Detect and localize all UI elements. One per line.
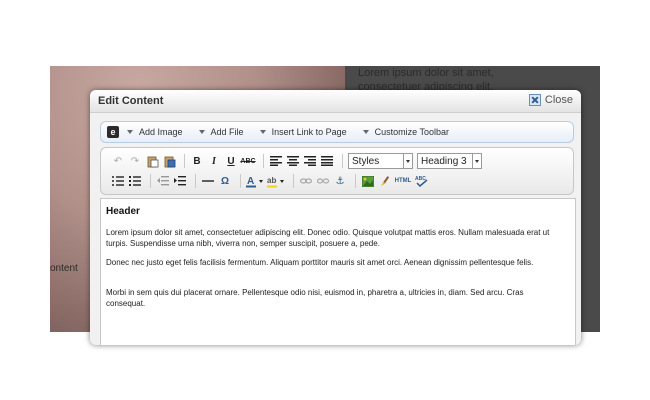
spellcheck-icon[interactable]: ABC [414, 174, 428, 188]
numbered-list-icon[interactable] [128, 174, 142, 188]
unlink-icon[interactable] [316, 174, 330, 188]
toolbar-separator [195, 174, 196, 188]
svg-text:A: A [247, 176, 254, 187]
close-icon[interactable] [528, 94, 541, 106]
highlight-color-icon[interactable]: ab [267, 174, 285, 188]
underline-icon[interactable]: U [224, 154, 238, 168]
image-icon[interactable] [361, 174, 375, 188]
editor-content-area[interactable]: Header Lorem ipsum dolor sit amet, conse… [100, 198, 576, 345]
dialog-titlebar: Edit Content Close [90, 90, 581, 113]
background-content-label: ontent [50, 263, 78, 274]
editor-toolbar: ↶ ↷ B I U ABC Styles Heading 3 Ω A ab ⚓ … [100, 147, 574, 195]
text-color-icon[interactable]: A [246, 174, 264, 188]
toolbar-separator [263, 154, 264, 168]
align-center-icon[interactable] [286, 154, 300, 168]
outdent-icon[interactable] [156, 174, 170, 188]
document-paragraph: Lorem ipsum dolor sit amet, consectetuer… [106, 228, 550, 248]
html-source-icon[interactable]: HTML [395, 174, 412, 188]
justify-icon[interactable] [320, 154, 334, 168]
chevron-down-icon [472, 154, 481, 168]
toolbar-row-1: ↶ ↷ B I U ABC Styles Heading 3 [111, 152, 486, 170]
bullet-list-icon[interactable] [111, 174, 125, 188]
insert-toolbar: e Add Image Add File Insert Link to Page… [100, 121, 574, 143]
insert-link-label: Insert Link to Page [271, 127, 347, 137]
customize-toolbar-button[interactable]: Customize Toolbar [362, 127, 449, 137]
undo-icon[interactable]: ↶ [111, 154, 125, 168]
indent-icon[interactable] [173, 174, 187, 188]
heading-select-value: Heading 3 [421, 155, 467, 167]
insert-link-button[interactable]: Insert Link to Page [259, 127, 347, 137]
redo-icon[interactable]: ↷ [128, 154, 142, 168]
add-file-label: Add File [210, 127, 244, 137]
close-label: Close [544, 94, 573, 106]
add-file-button[interactable]: Add File [198, 127, 244, 137]
close-button[interactable]: Close [528, 94, 573, 106]
toolbar-row-2: Ω A ab ⚓ HTML ABC [111, 172, 431, 190]
dropdown-arrow-icon [362, 130, 369, 134]
heading-select[interactable]: Heading 3 [417, 153, 482, 169]
background-text-line: Lorem ipsum dolor sit amet, [358, 67, 494, 79]
toolbar-separator [150, 174, 151, 188]
customize-toolbar-label: Customize Toolbar [374, 127, 449, 137]
toolbar-separator [184, 154, 185, 168]
edit-content-dialog: Edit Content Close e Add Image Add File … [90, 90, 581, 345]
dropdown-arrow-icon [259, 130, 266, 134]
dialog-title: Edit Content [98, 95, 164, 107]
clean-formatting-icon[interactable] [378, 174, 392, 188]
ektron-logo-icon: e [107, 126, 119, 138]
toolbar-separator [355, 174, 356, 188]
dropdown-arrow-icon [198, 130, 205, 134]
toolbar-separator [342, 154, 343, 168]
svg-text:ab: ab [267, 176, 276, 185]
dropdown-arrow-icon [127, 130, 133, 134]
document-paragraph: Donec nec justo eget felis facilisis fer… [106, 258, 534, 267]
document-header: Header [106, 206, 140, 217]
italic-icon[interactable]: I [207, 154, 221, 168]
paste-word-icon[interactable] [162, 154, 176, 168]
document-paragraph: Morbi in sem quis dui placerat ornare. P… [106, 288, 524, 308]
chevron-down-icon [403, 154, 412, 168]
strikethrough-icon[interactable]: ABC [240, 154, 255, 168]
align-right-icon[interactable] [303, 154, 317, 168]
toolbar-separator [240, 174, 241, 188]
toolbar-separator [293, 174, 294, 188]
add-image-button[interactable]: Add Image [127, 127, 183, 137]
svg-text:ABC: ABC [415, 176, 426, 182]
special-character-icon[interactable]: Ω [218, 174, 232, 188]
horizontal-rule-icon[interactable] [201, 174, 215, 188]
styles-select-value: Styles [352, 155, 380, 167]
add-image-label: Add Image [139, 127, 183, 137]
link-icon[interactable] [299, 174, 313, 188]
styles-select[interactable]: Styles [348, 153, 413, 169]
bold-icon[interactable]: B [190, 154, 204, 168]
anchor-icon[interactable]: ⚓ [333, 174, 347, 188]
align-left-icon[interactable] [269, 154, 283, 168]
paste-icon[interactable] [145, 154, 159, 168]
